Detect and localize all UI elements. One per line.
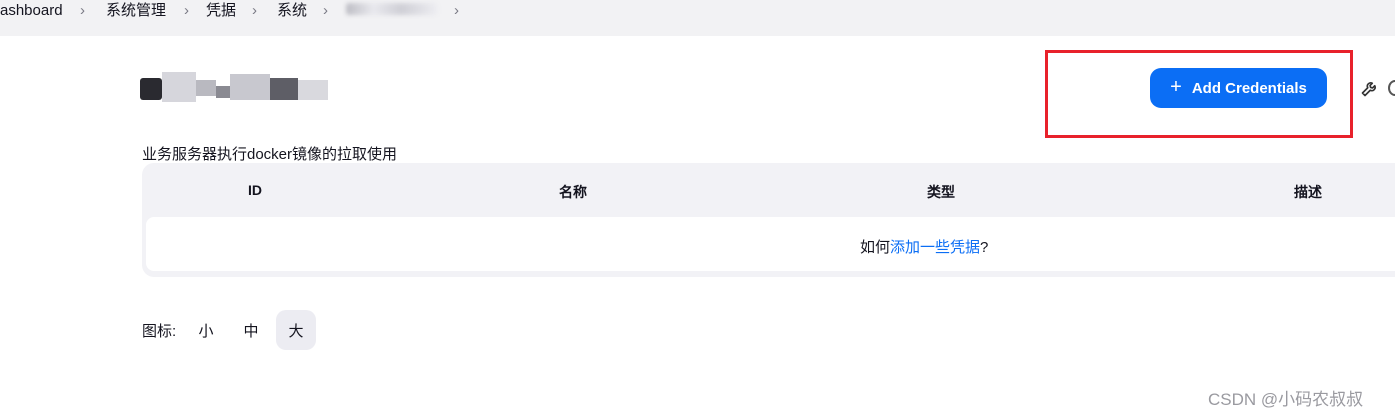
icon-size-small[interactable]: 小 — [186, 310, 226, 350]
chevron-right-icon: › — [323, 2, 328, 19]
chevron-right-icon: › — [80, 2, 85, 19]
table-empty-row: 如何添加一些凭据? — [146, 217, 1395, 271]
empty-state-message: 如何添加一些凭据? — [860, 239, 989, 256]
store-description: 业务服务器执行docker镜像的拉取使用 — [142, 146, 398, 163]
icon-size-label: 图标: — [142, 323, 177, 340]
breadcrumb-store-blurred[interactable] — [346, 3, 438, 15]
breadcrumb-manage[interactable]: 系统管理 — [106, 2, 166, 20]
chevron-right-icon: › — [184, 2, 189, 19]
column-header-id[interactable]: ID — [248, 182, 262, 198]
watermark: CSDN @小码农叔叔 — [1208, 390, 1364, 409]
add-credentials-link[interactable]: 添加一些凭据 — [890, 239, 980, 256]
icon-size-medium[interactable]: 中 — [231, 310, 271, 350]
breadcrumb-system[interactable]: 系统 — [277, 2, 307, 20]
column-header-description[interactable]: 描述 — [1294, 182, 1322, 202]
breadcrumb-dashboard[interactable]: ashboard — [0, 2, 63, 20]
credentials-table: ID 名称 类型 描述 如何添加一些凭据? — [142, 163, 1395, 277]
chevron-right-icon: › — [252, 2, 257, 19]
column-header-type[interactable]: 类型 — [927, 182, 955, 202]
breadcrumb-credentials[interactable]: 凭据 — [206, 2, 236, 20]
chevron-right-icon: › — [454, 2, 459, 19]
icon-size-large[interactable]: 大 — [276, 310, 316, 350]
annotation-highlight-box — [1045, 50, 1353, 138]
breadcrumb: ashboard › 系统管理 › 凭据 › 系统 › › — [0, 0, 1395, 36]
page-title — [140, 72, 330, 102]
wrench-icon[interactable] — [1360, 78, 1380, 98]
column-header-name[interactable]: 名称 — [559, 182, 587, 202]
partial-icon[interactable] — [1388, 80, 1395, 96]
